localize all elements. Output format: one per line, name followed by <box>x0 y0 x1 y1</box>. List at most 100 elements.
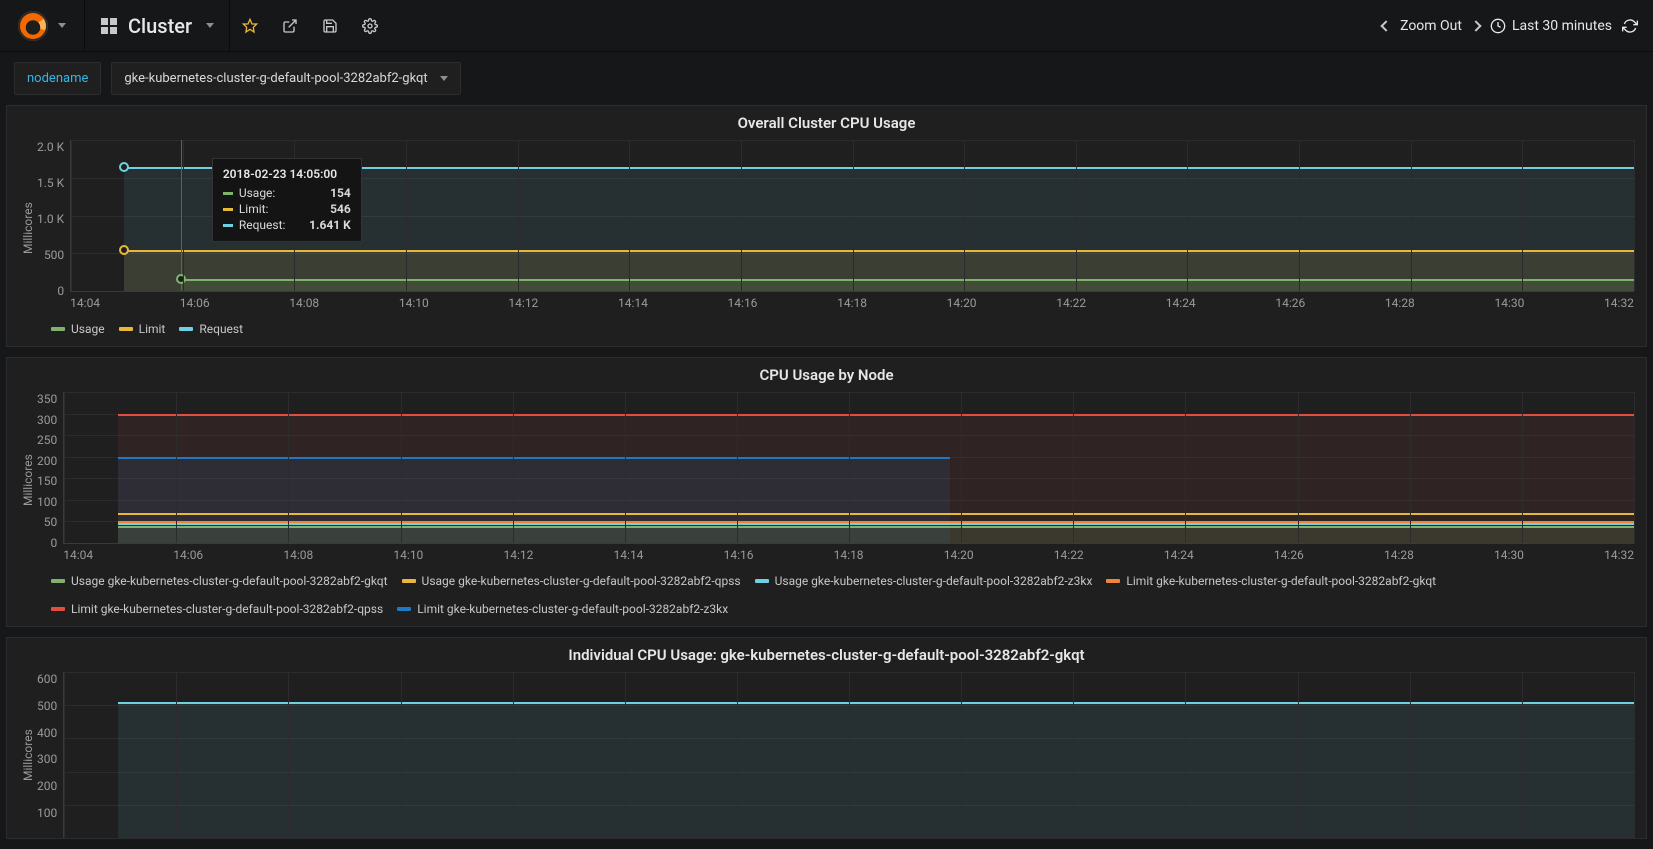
legend-swatch <box>51 327 65 331</box>
axis-tick: 350 <box>37 392 57 406</box>
legend-label: Limit <box>139 322 166 336</box>
axis-tick: 14:24 <box>1166 296 1196 310</box>
variable-label: nodename <box>27 71 88 86</box>
zoom-out-button[interactable]: Zoom Out <box>1400 18 1462 34</box>
settings-button[interactable] <box>350 0 390 52</box>
legend-swatch <box>119 327 133 331</box>
dashboard-title: Cluster <box>128 14 192 38</box>
axis-tick: 100 <box>37 806 57 820</box>
series-marker <box>176 274 186 284</box>
tooltip-row: Request:1.641 K <box>223 217 351 233</box>
series-marker <box>119 245 129 255</box>
tooltip-row: Limit:546 <box>223 201 351 217</box>
clock-icon <box>1490 18 1506 34</box>
save-button[interactable] <box>310 0 350 52</box>
grafana-logo-button[interactable] <box>0 0 85 52</box>
legend-label: Limit gke-kubernetes-cluster-g-default-p… <box>71 602 383 616</box>
chart-legend: Usage gke-kubernetes-cluster-g-default-p… <box>7 568 1646 626</box>
legend-item[interactable]: Usage gke-kubernetes-cluster-g-default-p… <box>755 574 1093 588</box>
star-button[interactable] <box>230 0 270 52</box>
legend-item[interactable]: Usage gke-kubernetes-cluster-g-default-p… <box>51 574 388 588</box>
legend-item[interactable]: Limit gke-kubernetes-cluster-g-default-p… <box>1106 574 1436 588</box>
axis-tick: 14:08 <box>289 296 319 310</box>
series-line <box>118 526 1634 528</box>
axis-tick: 14:28 <box>1384 548 1414 562</box>
panel-individual-cpu: Individual CPU Usage: gke-kubernetes-clu… <box>6 637 1647 839</box>
tooltip-timestamp: 2018-02-23 14:05:00 <box>223 167 351 181</box>
y-axis-label: Millicores <box>19 392 37 568</box>
x-axis-ticks: 14:0414:0614:0814:1014:1214:1414:1614:18… <box>63 544 1634 568</box>
axis-tick: 14:20 <box>947 296 977 310</box>
top-navbar: Cluster Zoom Out Last 30 minutes <box>0 0 1653 52</box>
series-line <box>118 414 1634 416</box>
tooltip-label: Usage: <box>239 186 276 200</box>
time-range-label: Last 30 minutes <box>1512 18 1612 34</box>
axis-tick: 1.5 K <box>37 176 64 190</box>
axis-tick: 150 <box>37 474 57 488</box>
axis-tick: 14:04 <box>70 296 100 310</box>
gear-icon <box>362 18 378 34</box>
axis-tick: 200 <box>37 454 57 468</box>
series-line-usage <box>181 279 1634 281</box>
time-range-picker[interactable]: Last 30 minutes <box>1490 18 1612 34</box>
axis-tick: 300 <box>37 752 57 766</box>
legend-swatch <box>397 607 411 611</box>
legend-swatch <box>179 327 193 331</box>
tooltip-value: 546 <box>330 202 351 216</box>
legend-item[interactable]: Request <box>179 322 243 336</box>
series-line <box>118 457 950 459</box>
legend-item[interactable]: Limit <box>119 322 166 336</box>
axis-tick: 14:10 <box>399 296 429 310</box>
axis-tick: 500 <box>37 699 57 713</box>
legend-item[interactable]: Usage gke-kubernetes-cluster-g-default-p… <box>402 574 741 588</box>
axis-tick: 14:06 <box>173 548 203 562</box>
legend-swatch <box>51 579 65 583</box>
time-prev-button[interactable] <box>1380 20 1391 31</box>
dashboard-picker[interactable]: Cluster <box>85 0 230 52</box>
axis-tick: 14:22 <box>1054 548 1084 562</box>
legend-label: Usage gke-kubernetes-cluster-g-default-p… <box>71 574 388 588</box>
panel-title: CPU Usage by Node <box>7 358 1646 388</box>
panel-title: Individual CPU Usage: gke-kubernetes-clu… <box>7 638 1646 668</box>
chart-plot-area[interactable]: 2018-02-23 14:05:00 Usage: 154Limit:546Re… <box>70 140 1634 292</box>
axis-tick: 50 <box>44 515 58 529</box>
legend-swatch <box>755 579 769 583</box>
axis-tick: 14:04 <box>63 548 93 562</box>
axis-tick: 14:12 <box>503 548 533 562</box>
legend-label: Usage <box>71 322 105 336</box>
legend-swatch <box>1106 579 1120 583</box>
refresh-button[interactable] <box>1622 18 1638 34</box>
chart-plot-area[interactable] <box>63 392 1634 544</box>
axis-tick: 14:22 <box>1056 296 1086 310</box>
chart-legend: Usage Limit Request <box>7 316 1646 346</box>
series-area <box>118 526 1634 543</box>
y-axis-ticks: 350300250200150100500 <box>37 392 63 568</box>
axis-tick: 14:30 <box>1494 548 1524 562</box>
axis-tick: 500 <box>44 248 64 262</box>
x-axis-ticks: 14:0414:0614:0814:1014:1214:1414:1614:18… <box>70 292 1634 316</box>
panel-overall-cpu: Overall Cluster CPU Usage Millicores 2.0… <box>6 105 1647 347</box>
legend-label: Usage gke-kubernetes-cluster-g-default-p… <box>775 574 1093 588</box>
legend-label: Usage gke-kubernetes-cluster-g-default-p… <box>422 574 741 588</box>
y-axis-label: Millicores <box>19 140 37 316</box>
time-next-button[interactable] <box>1470 20 1481 31</box>
axis-tick: 400 <box>37 726 57 740</box>
series-line <box>118 702 1634 704</box>
legend-label: Limit gke-kubernetes-cluster-g-default-p… <box>1126 574 1436 588</box>
axis-tick: 14:26 <box>1275 296 1305 310</box>
axis-tick: 1.0 K <box>37 212 64 226</box>
tooltip-value: 154 <box>330 186 351 200</box>
axis-tick: 14:28 <box>1385 296 1415 310</box>
legend-item[interactable]: Limit gke-kubernetes-cluster-g-default-p… <box>51 602 383 616</box>
variable-value-dropdown[interactable]: gke-kubernetes-cluster-g-default-pool-32… <box>111 62 460 95</box>
legend-item[interactable]: Limit gke-kubernetes-cluster-g-default-p… <box>397 602 728 616</box>
share-button[interactable] <box>270 0 310 52</box>
save-icon <box>322 18 338 34</box>
chart-plot-area[interactable] <box>63 672 1634 838</box>
tooltip-value: 1.641 K <box>309 218 351 232</box>
axis-tick: 14:18 <box>834 548 864 562</box>
tooltip-swatch <box>223 192 233 195</box>
axis-tick: 2.0 K <box>37 140 64 154</box>
axis-tick: 14:08 <box>283 548 313 562</box>
legend-item[interactable]: Usage <box>51 322 105 336</box>
